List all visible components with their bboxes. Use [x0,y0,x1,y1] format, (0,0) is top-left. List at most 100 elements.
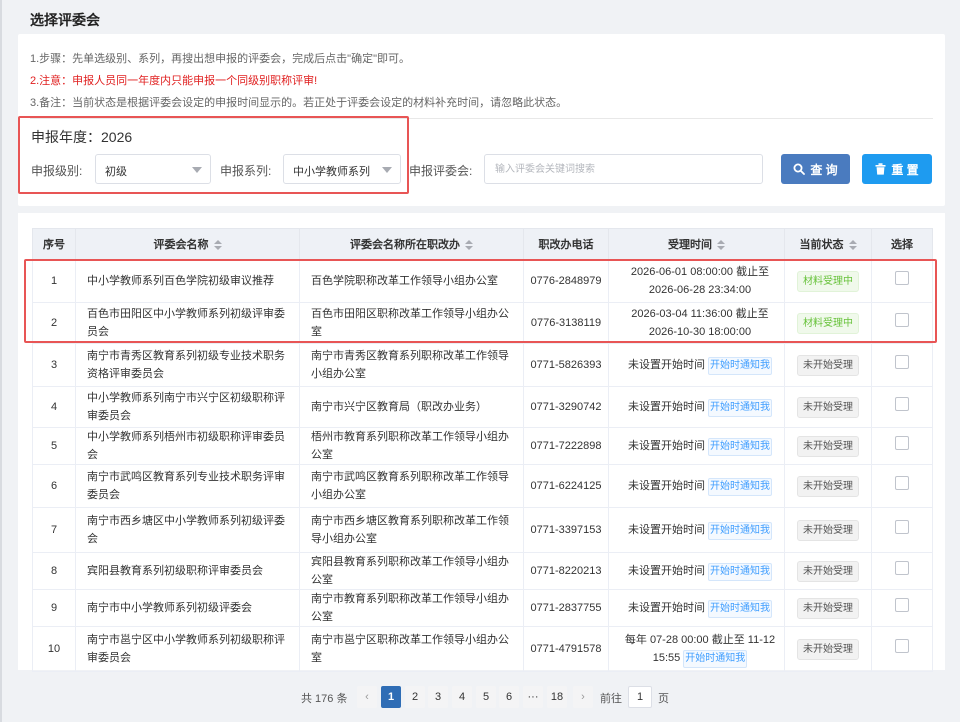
select-cell [871,589,933,627]
status-badge: 未开始受理 [797,560,859,582]
select-checkbox[interactable] [895,271,909,285]
col-header-no: 序号 [32,228,76,260]
office-name: 南宁市兴宁区教育局（职改办业务） [299,386,524,428]
committee-name: 南宁市邕宁区中小学教师系列初级职称评审委员会 [75,626,300,672]
accept-time-cell: 未设置开始时间 开始时通知我 [608,589,785,627]
office-phone: 0771-3290742 [523,386,609,428]
row-no: 10 [32,626,76,672]
page-button[interactable]: 2 [405,686,425,708]
instructions: 1.步骤：先单选级别、系列，再搜出想申报的评委会，完成后点击"确定"即可。 2.… [30,48,930,114]
page-unit-label: 页 [658,693,669,705]
notify-me-button[interactable]: 开始时通知我 [708,521,773,540]
office-name: 宾阳县教育系列职称改革工作领导小组办公室 [299,552,524,590]
filter-row: 申报级别: 初级 申报系列: 中小学教师系列 申报评委会: 查 询 重 置 [18,154,945,184]
level-select[interactable]: 初级 [95,154,211,184]
status-badge: 未开始受理 [797,354,859,376]
reset-button[interactable]: 重 置 [862,154,932,184]
row-no: 6 [32,464,76,508]
committee-search-input[interactable] [484,154,763,184]
select-checkbox[interactable] [895,639,909,653]
accept-time-cell: 每年 07-28 00:00 截止至 11-12 15:55 开始时通知我 [608,626,785,672]
col-header-phone: 职改办电话 [523,228,609,260]
query-button-label: 查 询 [810,162,838,177]
committee-name: 百色市田阳区中小学教师系列初级评审委员会 [75,302,300,344]
office-phone: 0776-3138119 [523,302,609,344]
select-cell [871,302,933,344]
page-button[interactable]: 6 [499,686,519,708]
sort-icon[interactable] [465,240,473,251]
table-row[interactable]: 9 南宁市中小学教师系列初级评委会 南宁市教育系列职称改革工作领导小组办公室 0771… [32,589,933,627]
status-badge: 未开始受理 [797,396,859,418]
select-checkbox[interactable] [895,476,909,490]
table-row[interactable]: 3 南宁市青秀区教育系列初级专业技术职务资格评审委员会 南宁市青秀区教育系列职称改革… [32,343,933,387]
notify-me-button[interactable]: 开始时通知我 [683,649,748,668]
note-remark: 3.备注：当前状态是根据评委会设定的申报时间显示的。若正处于评委会设定的材料补充… [30,97,568,109]
select-checkbox[interactable] [895,355,909,369]
col-header-time[interactable]: 受理时间 [608,228,785,260]
select-checkbox[interactable] [895,436,909,450]
divider [30,118,933,119]
table-row[interactable]: 8 宾阳县教育系列初级职称评审委员会 宾阳县教育系列职称改革工作领导小组办公室 077… [32,552,933,590]
col-header-status[interactable]: 当前状态 [784,228,872,260]
accept-time-cell: 未设置开始时间 开始时通知我 [608,507,785,553]
left-edge [0,0,2,722]
accept-time: 未设置开始时间 [627,564,705,577]
status-badge: 材料受理中 [797,270,859,292]
status-badge: 材料受理中 [797,312,859,334]
status-badge: 未开始受理 [797,475,859,497]
notify-me-button[interactable]: 开始时通知我 [708,437,773,456]
table-row[interactable]: 5 中小学教师系列梧州市初级职称评审委员会 梧州市教育系列职称改革工作领导小组办公室… [32,427,933,465]
select-checkbox[interactable] [895,561,909,575]
goto-page-input[interactable]: 1 [628,686,652,708]
select-checkbox[interactable] [895,313,909,327]
table-row[interactable]: 1 中小学教师系列百色学院初级审议推荐 百色学院职称改革工作领导小组办公室 0776-… [32,259,933,303]
status-cell: 未开始受理 [784,507,872,553]
page-button[interactable]: 4 [452,686,472,708]
status-cell: 未开始受理 [784,552,872,590]
col-header-name[interactable]: 评委会名称 [75,228,300,260]
row-no: 3 [32,343,76,387]
office-phone: 0771-7222898 [523,427,609,465]
page-button[interactable]: 3 [428,686,448,708]
office-name: 南宁市武鸣区教育系列职称改革工作领导小组办公室 [299,464,524,508]
prev-page-button[interactable]: ‹ [357,686,377,708]
sort-icon[interactable] [213,240,222,251]
select-checkbox[interactable] [895,520,909,534]
notify-me-button[interactable]: 开始时通知我 [708,599,773,618]
goto-label: 前往 [600,693,622,705]
table-row[interactable]: 6 南宁市武鸣区教育系列专业技术职务评审委员会 南宁市武鸣区教育系列职称改革工作领导… [32,464,933,508]
notify-me-button[interactable]: 开始时通知我 [708,562,773,581]
col-header-office[interactable]: 评委会名称所在职改办 [299,228,524,260]
committee-name: 宾阳县教育系列初级职称评审委员会 [75,552,300,590]
page-button[interactable]: 5 [476,686,496,708]
table-row[interactable]: 4 中小学教师系列南宁市兴宁区初级职称评审委员会 南宁市兴宁区教育局（职改办业务） 0… [32,386,933,428]
notify-me-button[interactable]: 开始时通知我 [708,398,773,417]
next-page-button[interactable]: › [573,686,593,708]
select-cell [871,552,933,590]
sort-icon[interactable] [717,240,725,251]
row-no: 5 [32,427,76,465]
notify-me-button[interactable]: 开始时通知我 [708,356,773,375]
office-name: 百色市田阳区职称改革工作领导小组办公室 [299,302,524,344]
select-checkbox[interactable] [895,397,909,411]
pagination-ellipsis[interactable]: ··· [523,686,543,708]
accept-time: 未设置开始时间 [627,439,705,452]
page-button[interactable]: 1 [381,686,401,708]
accept-time: 未设置开始时间 [627,479,705,492]
office-phone: 0771-6224125 [523,464,609,508]
notify-me-button[interactable]: 开始时通知我 [708,477,773,496]
select-checkbox[interactable] [895,598,909,612]
status-cell: 材料受理中 [784,302,872,344]
level-select-value: 初级 [105,166,127,178]
page-button[interactable]: 18 [547,686,567,708]
table-row[interactable]: 7 南宁市西乡塘区中小学教师系列初级评委会 南宁市西乡塘区教育系列职称改革工作领导小… [32,507,933,553]
committee-name: 南宁市西乡塘区中小学教师系列初级评委会 [75,507,300,553]
table-row[interactable]: 2 百色市田阳区中小学教师系列初级评审委员会 百色市田阳区职称改革工作领导小组办公室… [32,302,933,344]
row-no: 1 [32,259,76,303]
status-cell: 未开始受理 [784,343,872,387]
sort-icon[interactable] [848,240,857,251]
series-select[interactable]: 中小学教师系列 [283,154,401,184]
select-cell [871,386,933,428]
table-row[interactable]: 10 南宁市邕宁区中小学教师系列初级职称评审委员会 南宁市邕宁区职称改革工作领导小组… [32,626,933,672]
query-button[interactable]: 查 询 [781,154,850,184]
